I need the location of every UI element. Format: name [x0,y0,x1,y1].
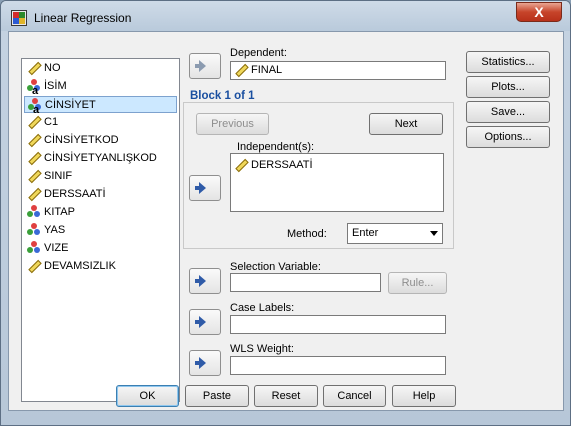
next-button[interactable]: Next [369,113,443,135]
dependent-field[interactable]: FINAL [230,61,446,80]
nominal-variable-icon [26,223,42,238]
right-arrow-icon [199,182,206,194]
independents-label: Independent(s): [237,141,315,153]
string-variable-icon: a [27,98,43,116]
scale-variable-icon [233,158,249,173]
plots-button[interactable]: Plots... [466,76,550,98]
variable-item-label: VIZE [44,242,69,254]
scale-variable-icon [26,61,42,76]
variable-item-label: İSİM [44,80,67,92]
dialog-body: NO a İSİM a CİNSİYET C1 CİNSİYETKOD CİNSİYETYAN… [8,31,564,411]
independents-list[interactable]: DERSSAATİ [230,153,444,212]
save-button[interactable]: Save... [466,101,550,123]
ok-button[interactable]: OK [116,385,179,407]
variable-item-label: CİNSİYETYANLIŞKOD [44,152,157,164]
variable-item[interactable]: C1 [24,114,177,131]
scale-variable-icon [26,169,42,184]
variable-item-label: YAS [44,224,66,236]
variable-item-label: SINIF [44,170,73,182]
selection-variable-field[interactable] [230,273,381,292]
nominal-variable-icon [26,241,42,256]
statistics-button[interactable]: Statistics... [466,51,550,73]
rule-button[interactable]: Rule... [388,272,447,294]
wls-weight-field[interactable] [230,356,446,375]
nominal-variable-icon [26,205,42,220]
scale-variable-icon [26,115,42,130]
independent-item-label: DERSSAATİ [251,159,313,171]
variable-item-label: DEVAMSIZLIK [44,260,116,272]
variable-item[interactable]: NO [24,60,177,77]
variable-item-label: C1 [44,116,59,128]
method-value: Enter [352,227,379,239]
variable-item-label: KITAP [44,206,75,218]
variable-item[interactable]: VIZE [24,240,177,257]
spss-app-icon [11,10,27,26]
cancel-button[interactable]: Cancel [323,385,386,407]
variable-item-label: DERSSAATİ [44,188,106,200]
close-button[interactable]: X [516,2,562,22]
paste-button[interactable]: Paste [185,385,249,407]
scale-variable-icon [26,133,42,148]
chevron-down-icon [430,231,438,236]
independent-item[interactable]: DERSSAATİ [233,157,433,174]
variable-item-label: CİNSİYET [45,99,96,111]
scale-variable-icon [26,187,42,202]
reset-button[interactable]: Reset [254,385,318,407]
right-arrow-icon [199,316,206,328]
move-to-independents-button[interactable] [189,175,221,201]
variable-item-label: NO [44,62,61,74]
variable-item[interactable]: DERSSAATİ [24,186,177,203]
previous-button[interactable]: Previous [196,113,269,135]
help-button[interactable]: Help [392,385,456,407]
variable-item[interactable]: a İSİM [24,78,177,97]
dependent-value: FINAL [251,64,283,76]
scale-variable-icon [233,63,249,78]
variable-item[interactable]: CİNSİYETKOD [24,132,177,149]
variable-item[interactable]: YAS [24,222,177,239]
move-to-selection-button[interactable] [189,268,221,294]
move-to-wls-weight-button[interactable] [189,350,221,376]
scale-variable-icon [26,151,42,166]
method-select[interactable]: Enter [347,223,443,244]
case-labels-field[interactable] [230,315,446,334]
variable-list[interactable]: NO a İSİM a CİNSİYET C1 CİNSİYETKOD CİNSİYETYAN… [21,58,180,402]
move-to-case-labels-button[interactable] [189,309,221,335]
variable-item[interactable]: KITAP [24,204,177,221]
window-title: Linear Regression [34,11,132,25]
string-variable-icon: a [26,79,42,97]
wls-weight-label: WLS Weight: [230,343,294,355]
title-bar: Linear Regression X [1,1,570,31]
right-arrow-icon [199,357,206,369]
variable-item[interactable]: a CİNSİYET [24,96,177,116]
variable-item[interactable]: DEVAMSIZLIK [24,258,177,275]
variable-item[interactable]: SINIF [24,168,177,185]
case-labels-label: Case Labels: [230,302,295,314]
method-label: Method: [287,228,327,240]
dependent-label: Dependent: [230,47,287,59]
variable-item[interactable]: CİNSİYETYANLIŞKOD [24,150,177,167]
right-arrow-icon [199,60,206,72]
selection-variable-label: Selection Variable: [230,261,321,273]
right-arrow-icon [199,275,206,287]
options-button[interactable]: Options... [466,126,550,148]
move-to-dependent-button[interactable] [189,53,221,79]
scale-variable-icon [26,259,42,274]
block-title: Block 1 of 1 [188,90,257,102]
variable-item-label: CİNSİYETKOD [44,134,119,146]
linear-regression-dialog: Linear Regression X NO a İSİM a CİNSİYET C1 Cİ… [0,0,571,426]
